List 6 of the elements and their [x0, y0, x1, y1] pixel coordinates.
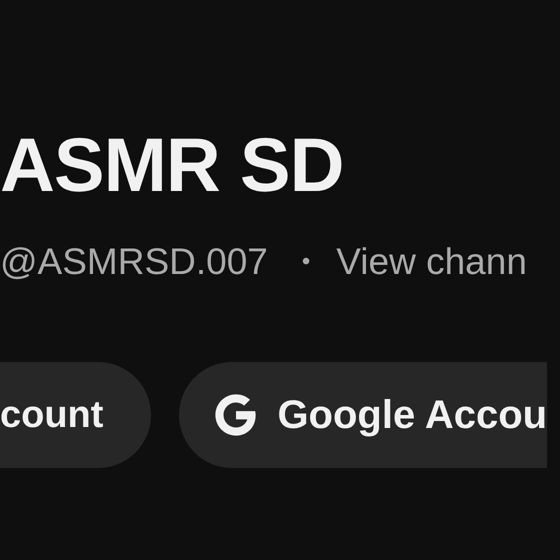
account-button[interactable]: Google Accou [179, 362, 548, 468]
view-channel-link[interactable]: View chann [336, 240, 527, 284]
account-button[interactable]: count [0, 362, 152, 468]
separator-dot: • [302, 248, 310, 277]
channel-handle: @ASMRSD.007 [0, 240, 268, 284]
channel-name: ASMR SD [0, 128, 344, 204]
